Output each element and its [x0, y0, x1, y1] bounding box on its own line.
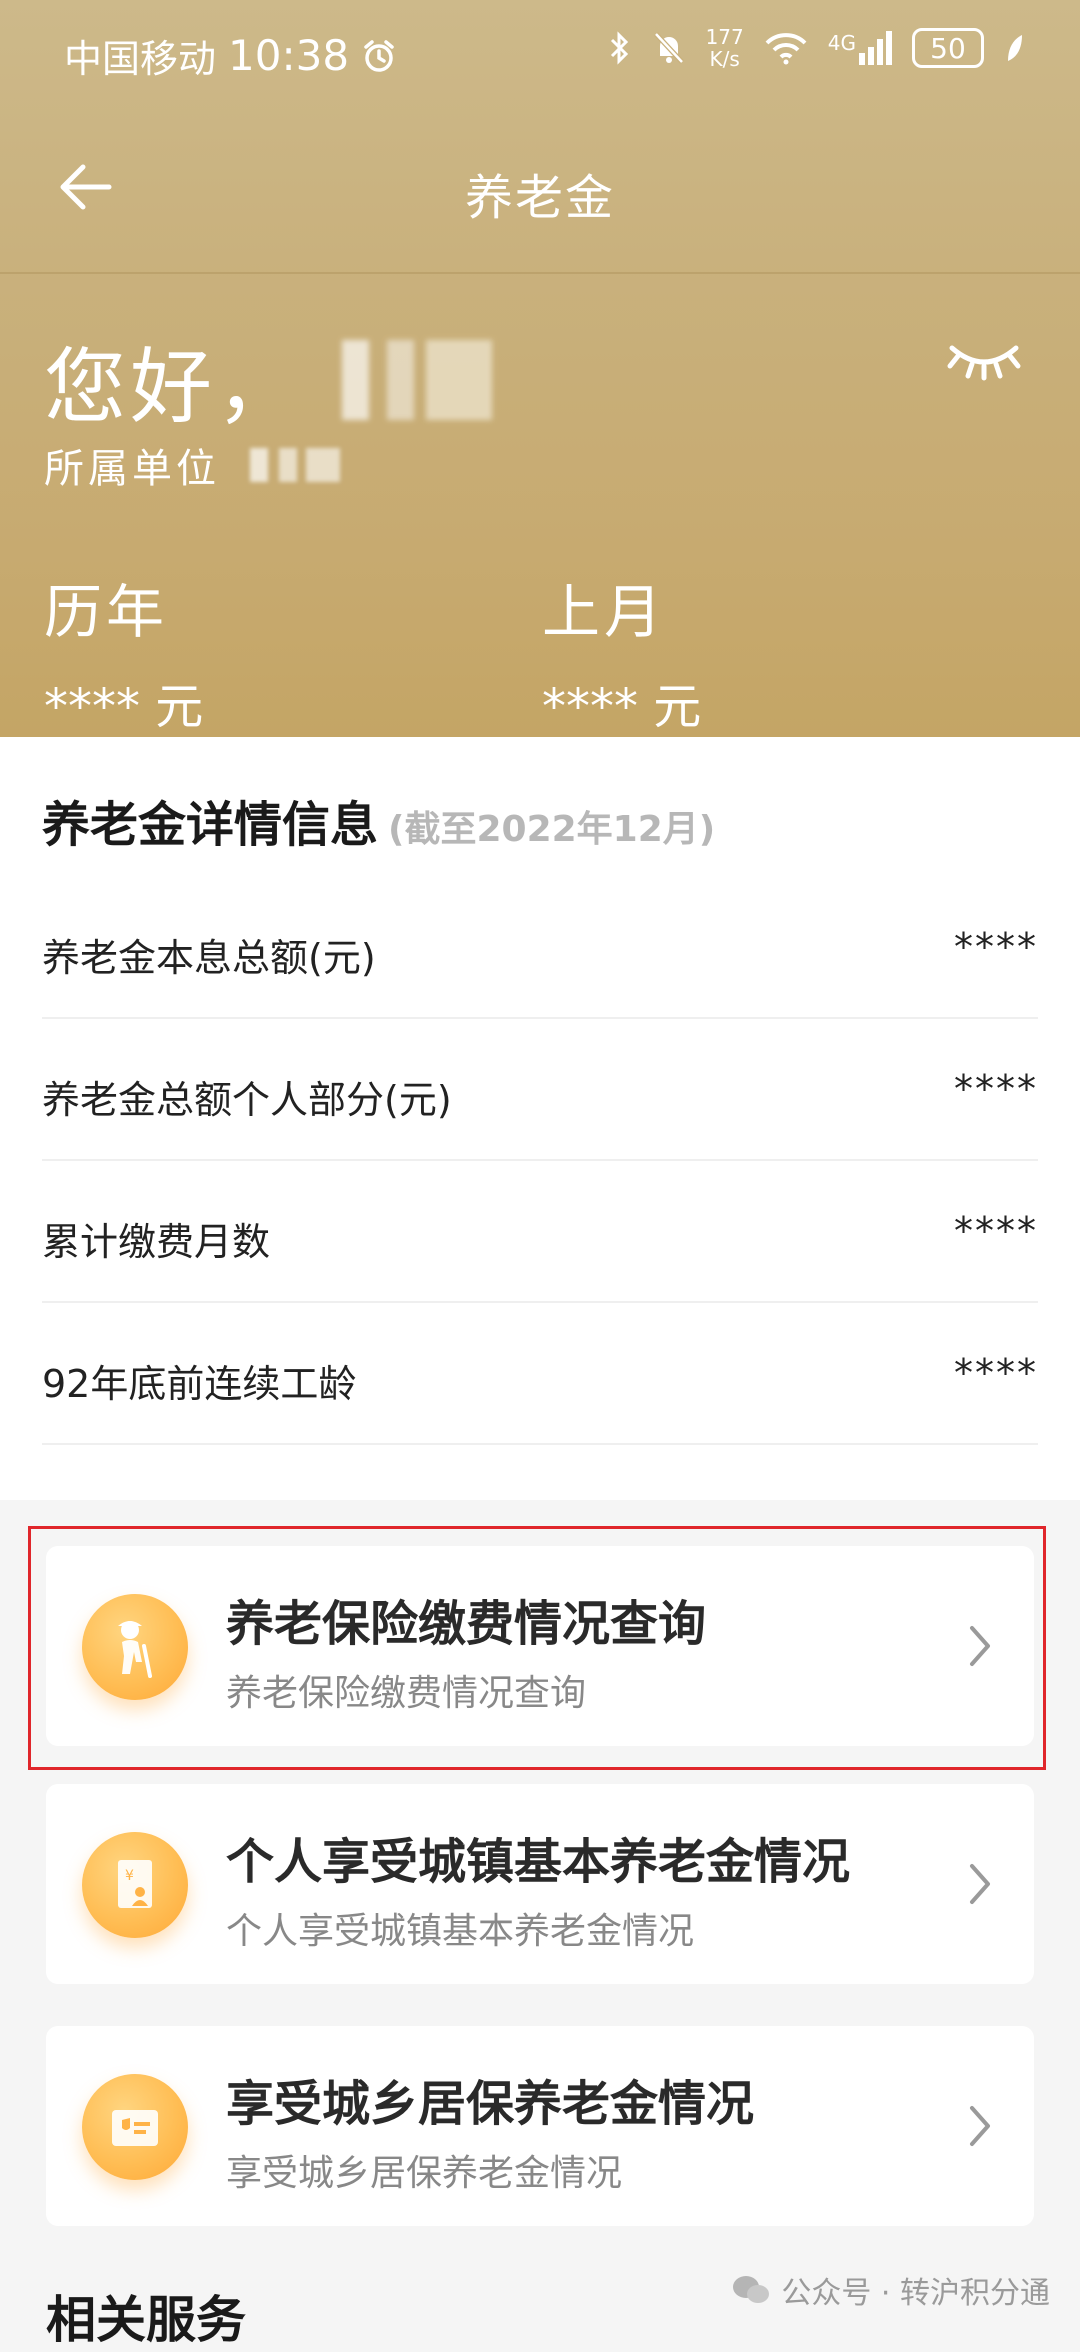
signal-4g-icon: 4G — [828, 31, 892, 65]
greeting-label: 您好， — [44, 340, 303, 435]
toggle-visibility-button[interactable] — [944, 330, 1024, 390]
network-type: 4G — [827, 31, 856, 55]
masked-unit-name — [250, 448, 340, 482]
alarm-icon — [364, 39, 394, 72]
related-services-heading: 相关服务 — [46, 2291, 246, 2349]
detail-row-value: **** — [954, 1067, 1038, 1111]
detail-row: 累计缴费月数 **** — [42, 1161, 1038, 1303]
detail-date-note: (截至2022年12月) — [388, 809, 716, 850]
masked-user-name — [342, 339, 493, 420]
service-title: 个人享受城镇基本养老金情况 — [226, 1834, 851, 1890]
status-right: 177 K/s 4G 50 — [608, 26, 1024, 70]
watermark-text: 公众号 · 转沪积分通 — [781, 2276, 1050, 2311]
svg-text:¥: ¥ — [125, 1868, 134, 1884]
service-card-urban-pension[interactable]: ¥ 个人享受城镇基本养老金情况 个人享受城镇基本养老金情况 — [46, 1784, 1034, 1984]
stat-history-label: 历年 — [44, 578, 169, 646]
battery-indicator: 50 — [912, 28, 984, 68]
mute-bell-icon — [653, 32, 684, 64]
detail-row-value: **** — [954, 1351, 1038, 1395]
status-bar: 中国移动 10:38 177 K/s 4G 50 — [0, 0, 1080, 100]
stat-last-month-label: 上月 — [542, 578, 667, 646]
detail-row-label: 养老金本息总额(元) — [42, 936, 376, 980]
eye-closed-icon — [947, 345, 1021, 381]
speed-unit: K/s — [709, 47, 740, 71]
stat-history: 历年 **** 元 — [44, 565, 203, 737]
leaf-icon — [1008, 35, 1022, 61]
carrier-name: 中国移动 — [64, 37, 217, 81]
bluetooth-icon — [610, 31, 628, 65]
chevron-right-icon — [970, 2106, 990, 2146]
clock-time: 10:38 — [228, 31, 350, 80]
pension-detail-section: 养老金详情信息 (截至2022年12月) 养老金本息总额(元) **** 养老金总… — [0, 737, 1080, 1500]
detail-row: 92年底前连续工龄 **** — [42, 1303, 1038, 1445]
speed-value: 177 — [705, 25, 744, 49]
detail-title: 养老金详情信息 (截至2022年12月) — [42, 785, 715, 855]
battery-level: 50 — [930, 31, 966, 65]
detail-row-label: 累计缴费月数 — [42, 1220, 271, 1264]
insurance-card-icon — [82, 2074, 188, 2180]
detail-row-value: **** — [954, 1209, 1038, 1253]
nav-bar: 养老金 — [0, 130, 1080, 240]
stat-last-month-value: **** 元 — [542, 679, 702, 735]
detail-row: 养老金本息总额(元) **** — [42, 877, 1038, 1019]
unit-label: 所属单位 — [44, 446, 220, 492]
unit-line: 所属单位 — [44, 436, 340, 494]
status-left: 中国移动 10:38 — [64, 28, 397, 83]
service-title: 享受城乡居保养老金情况 — [226, 2076, 755, 2132]
stat-last-month: 上月 **** 元 — [542, 565, 701, 737]
pension-book-icon: ¥ — [82, 1832, 188, 1938]
detail-row-label: 养老金总额个人部分(元) — [42, 1078, 452, 1122]
detail-row: 养老金总额个人部分(元) **** — [42, 1019, 1038, 1161]
wechat-icon — [733, 2276, 770, 2303]
detail-row-label: 92年底前连续工龄 — [42, 1362, 357, 1406]
highlight-box — [28, 1526, 1046, 1770]
nav-divider — [0, 272, 1080, 274]
chevron-right-icon — [970, 1864, 990, 1904]
page-title: 养老金 — [464, 170, 615, 226]
header-area: 中国移动 10:38 177 K/s 4G 50 养老金 您好， 所属单位 历年… — [0, 0, 1080, 737]
wifi-icon — [765, 33, 807, 65]
detail-row-value: **** — [954, 925, 1038, 969]
watermark: 公众号 · 转沪积分通 — [731, 2268, 1050, 2312]
service-card-rural-pension[interactable]: 享受城乡居保养老金情况 享受城乡居保养老金情况 — [46, 2026, 1034, 2226]
greeting-text: 您好， — [44, 320, 493, 439]
stat-history-value: **** 元 — [44, 679, 204, 735]
detail-title-text: 养老金详情信息 — [42, 797, 379, 853]
service-subtitle: 个人享受城镇基本养老金情况 — [226, 1911, 695, 1952]
service-subtitle: 享受城乡居保养老金情况 — [226, 2153, 623, 2194]
network-speed: 177 K/s — [706, 26, 744, 70]
